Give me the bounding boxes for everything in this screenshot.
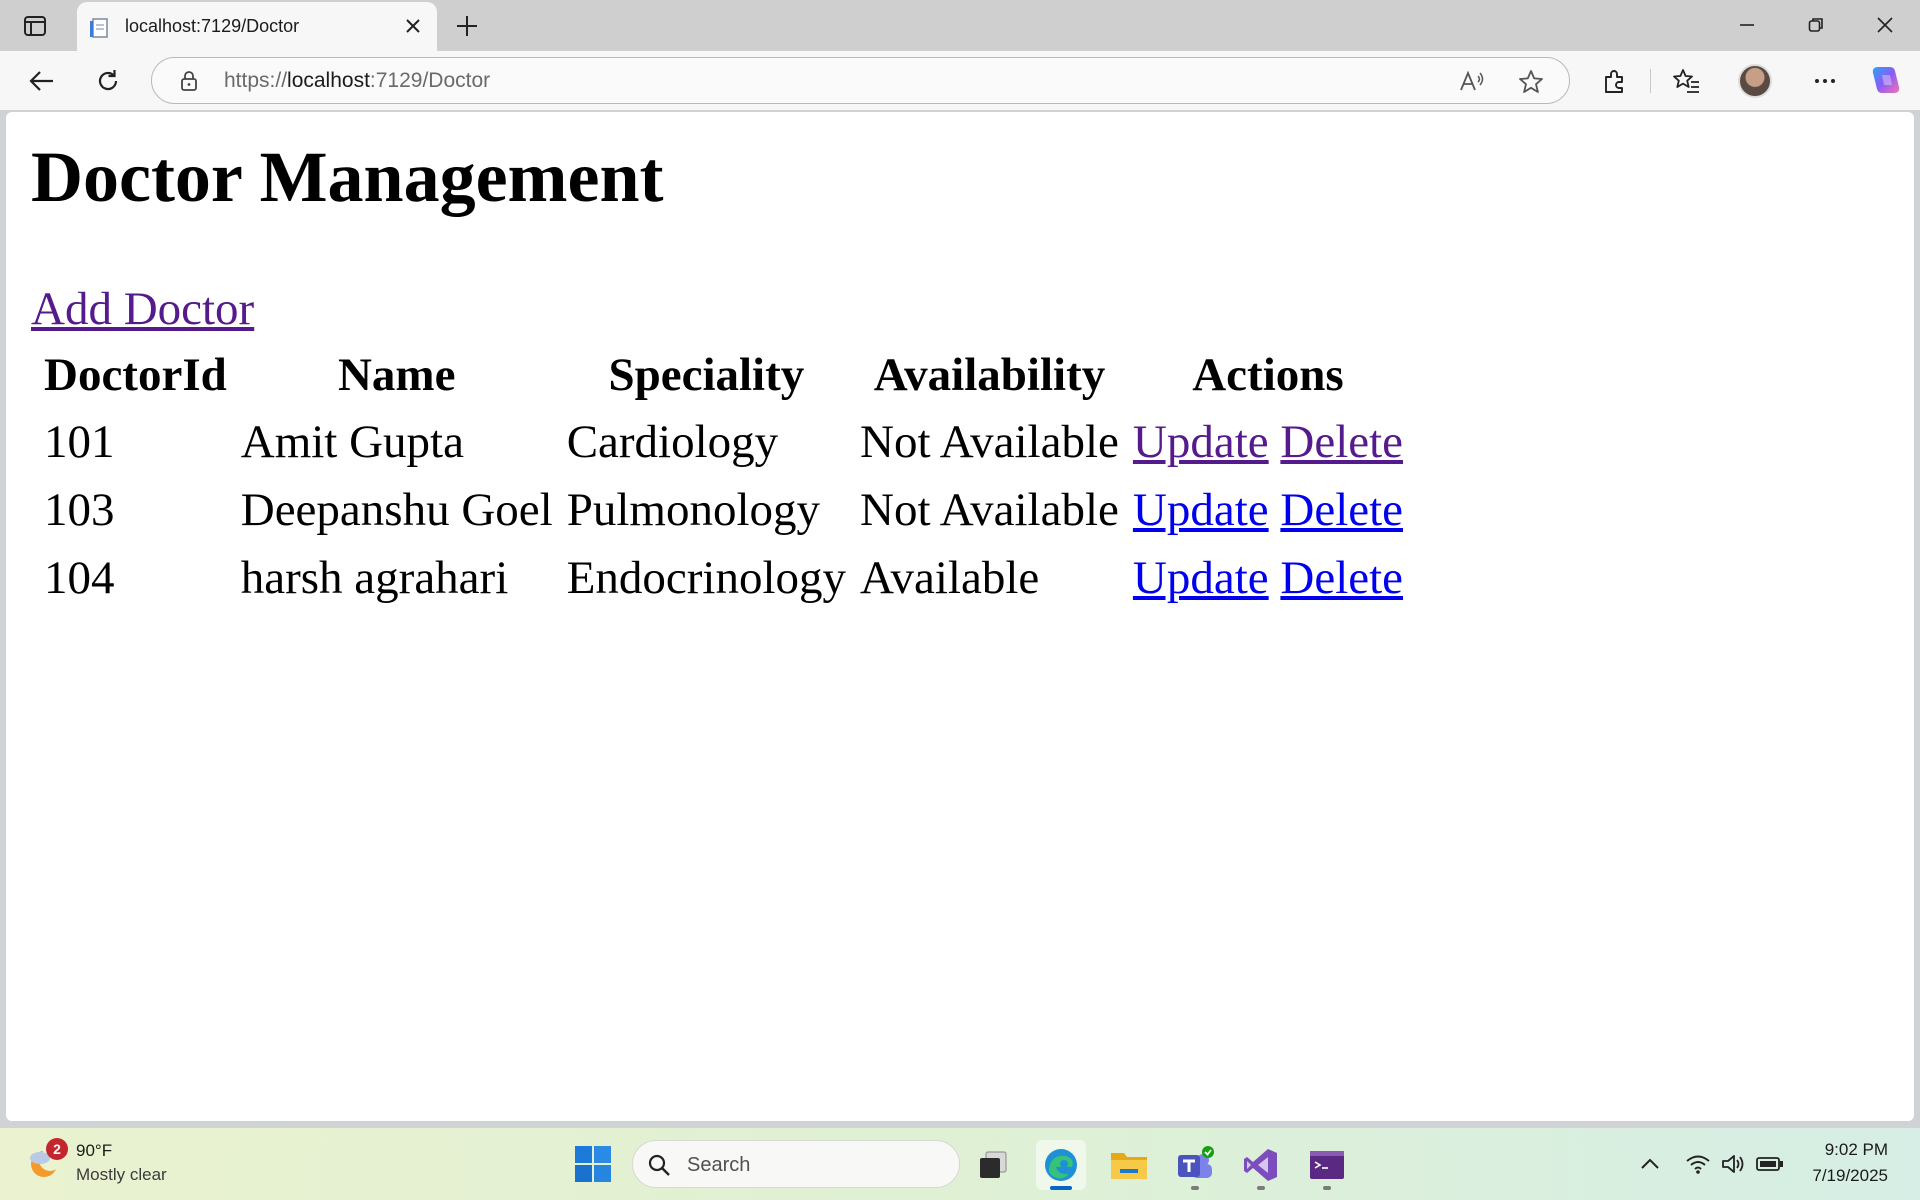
doctor-speciality-cell: Endocrinology [566, 552, 847, 604]
table-row: 101 Amit Gupta Cardiology Not Available … [40, 408, 1407, 476]
tab-title: localhost:7129/Doctor [125, 16, 300, 36]
battery-icon[interactable] [1756, 1150, 1784, 1178]
column-header-availability: Availability [873, 349, 1106, 401]
read-aloud-icon[interactable] [1457, 67, 1487, 97]
add-doctor-link[interactable]: Add Doctor [31, 282, 254, 336]
url-text[interactable]: https://localhost:7129/Doctor [224, 69, 490, 93]
running-app-indicator [1323, 1186, 1331, 1190]
windows-taskbar: 2 90°F Mostly clear Search 9:02 PM 7/19/… [0, 1128, 1920, 1200]
search-icon [647, 1153, 671, 1177]
close-tab-icon[interactable] [401, 14, 425, 38]
doctor-name-cell: Amit Gupta [240, 416, 464, 468]
task-view-icon[interactable] [968, 1140, 1018, 1190]
running-app-indicator [1191, 1186, 1199, 1190]
table-header-row: DoctorId Name Speciality Availability Ac… [40, 342, 1407, 408]
close-window-button[interactable] [1862, 8, 1908, 42]
doctor-id-cell: 101 [44, 416, 115, 468]
profile-avatar[interactable] [1738, 64, 1772, 98]
update-link[interactable]: Update [1133, 484, 1269, 536]
toolbar-divider [1650, 69, 1651, 93]
favorites-icon[interactable] [1668, 63, 1704, 99]
minimize-window-button[interactable] [1724, 8, 1770, 42]
address-bar[interactable]: https://localhost:7129/Doctor [151, 57, 1570, 104]
update-link[interactable]: Update [1133, 552, 1269, 604]
lock-icon[interactable] [178, 70, 200, 92]
column-header-doctorid: DoctorId [44, 349, 227, 401]
page-title: Doctor Management [31, 137, 664, 217]
doctor-availability-cell: Not Available [860, 416, 1119, 468]
doctor-availability-cell: Available [860, 552, 1040, 604]
clock-time[interactable]: 9:02 PM [1825, 1140, 1888, 1160]
doctor-availability-cell: Not Available [860, 484, 1119, 536]
new-tab-button[interactable] [450, 11, 484, 41]
page-viewport: Doctor Management Add Doctor DoctorId Na… [6, 112, 1914, 1121]
terminal-icon[interactable] [1302, 1140, 1352, 1190]
tab-actions-icon[interactable] [18, 12, 52, 40]
weather-notification-badge: 2 [46, 1138, 68, 1160]
update-link[interactable]: Update [1133, 416, 1269, 468]
search-label: Search [687, 1154, 751, 1176]
delete-link[interactable]: Delete [1280, 552, 1403, 604]
doctor-name-cell: harsh agrahari [240, 552, 509, 604]
running-app-indicator [1257, 1186, 1265, 1190]
volume-icon[interactable] [1720, 1150, 1748, 1178]
page-favicon-icon [89, 17, 111, 39]
delete-link[interactable]: Delete [1280, 416, 1403, 468]
column-header-actions: Actions [1192, 349, 1344, 401]
column-header-speciality: Speciality [608, 349, 805, 401]
weather-condition[interactable]: Mostly clear [76, 1165, 167, 1185]
actions-cell: Update Delete [1129, 408, 1407, 476]
doctor-id-cell: 103 [44, 484, 115, 536]
browser-tab[interactable]: localhost:7129/Doctor [77, 2, 437, 51]
back-arrow-icon[interactable] [24, 63, 60, 99]
edge-browser-taskbar-icon[interactable] [1036, 1140, 1086, 1190]
browser-tab-bar: localhost:7129/Doctor [0, 0, 1920, 51]
weather-temperature[interactable]: 90°F [76, 1141, 112, 1161]
teams-icon[interactable] [1170, 1140, 1220, 1190]
copilot-icon[interactable] [1868, 63, 1904, 99]
visual-studio-icon[interactable] [1236, 1140, 1286, 1190]
url-path: :7129/Doctor [369, 69, 491, 92]
doctor-table: DoctorId Name Speciality Availability Ac… [34, 342, 1413, 612]
delete-link[interactable]: Delete [1280, 484, 1403, 536]
table-row: 103 Deepanshu Goel Pulmonology Not Avail… [40, 476, 1407, 544]
file-explorer-icon[interactable] [1104, 1140, 1154, 1190]
url-scheme: https:// [224, 69, 288, 92]
wifi-icon[interactable] [1684, 1150, 1712, 1178]
favorite-star-icon[interactable] [1516, 67, 1546, 97]
actions-cell: Update Delete [1129, 544, 1407, 612]
windows-start-icon[interactable] [574, 1145, 612, 1183]
more-options-icon[interactable] [1807, 63, 1843, 99]
taskbar-search-box[interactable]: Search [632, 1140, 960, 1188]
doctor-name-cell: Deepanshu Goel [240, 484, 553, 536]
active-app-indicator [1050, 1186, 1072, 1190]
doctor-id-cell: 104 [44, 552, 115, 604]
doctor-speciality-cell: Pulmonology [566, 484, 821, 536]
table-row: 104 harsh agrahari Endocrinology Availab… [40, 544, 1407, 612]
browser-toolbar: https://localhost:7129/Doctor [0, 51, 1920, 110]
restore-window-button[interactable] [1793, 8, 1839, 42]
actions-cell: Update Delete [1129, 476, 1407, 544]
refresh-icon[interactable] [90, 63, 126, 99]
extensions-icon[interactable] [1596, 63, 1632, 99]
url-host: localhost [287, 69, 370, 92]
doctor-speciality-cell: Cardiology [566, 416, 779, 468]
clock-date[interactable]: 7/19/2025 [1812, 1166, 1888, 1186]
chevron-up-icon[interactable] [1636, 1150, 1664, 1178]
column-header-name: Name [337, 349, 456, 401]
